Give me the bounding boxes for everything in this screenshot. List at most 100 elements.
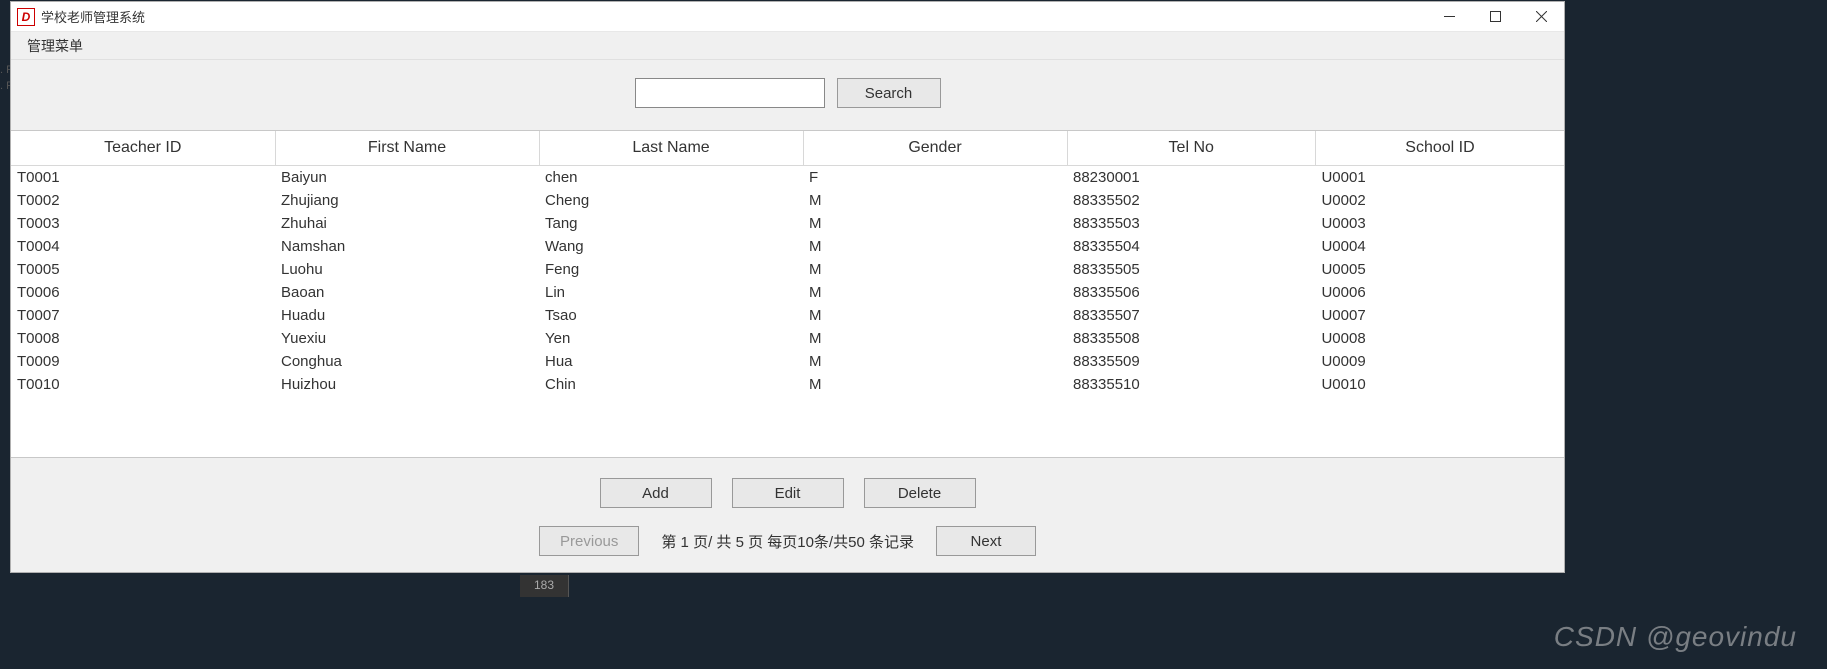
cell-tel-no: 88335503	[1067, 212, 1315, 235]
table-row[interactable]: T0009ConghuaHuaM88335509U0009	[11, 350, 1564, 373]
table-row[interactable]: T0008YuexiuYenM88335508U0008	[11, 327, 1564, 350]
maximize-button[interactable]	[1472, 2, 1518, 31]
previous-button[interactable]: Previous	[539, 526, 639, 556]
add-button[interactable]: Add	[600, 478, 712, 508]
col-first-name[interactable]: First Name	[275, 131, 539, 166]
col-gender[interactable]: Gender	[803, 131, 1067, 166]
menu-item-manage[interactable]: 管理菜单	[19, 32, 91, 60]
cell-teacher-id: T0008	[11, 327, 275, 350]
cell-school-id: U0005	[1315, 258, 1564, 281]
cell-teacher-id: T0009	[11, 350, 275, 373]
cell-last-name: Feng	[539, 258, 803, 281]
cell-first-name: Zhuhai	[275, 212, 539, 235]
cell-last-name: Tang	[539, 212, 803, 235]
cell-tel-no: 88335507	[1067, 304, 1315, 327]
pagination: Previous 第 1 页/ 共 5 页 每页10条/共50 条记录 Next	[11, 526, 1564, 572]
titlebar: D 学校老师管理系统	[11, 2, 1564, 32]
cell-gender: M	[803, 350, 1067, 373]
cell-tel-no: 88230001	[1067, 166, 1315, 190]
cell-tel-no: 88335508	[1067, 327, 1315, 350]
cell-school-id: U0008	[1315, 327, 1564, 350]
cell-teacher-id: T0004	[11, 235, 275, 258]
minimize-button[interactable]	[1426, 2, 1472, 31]
cell-teacher-id: T0005	[11, 258, 275, 281]
app-icon: D	[17, 8, 35, 26]
cell-last-name: Chin	[539, 373, 803, 396]
cell-first-name: Yuexiu	[275, 327, 539, 350]
cell-school-id: U0002	[1315, 189, 1564, 212]
cell-teacher-id: T0010	[11, 373, 275, 396]
table-header-row: Teacher ID First Name Last Name Gender T…	[11, 131, 1564, 166]
cell-last-name: Wang	[539, 235, 803, 258]
table-row[interactable]: T0003ZhuhaiTangM88335503U0003	[11, 212, 1564, 235]
col-tel-no[interactable]: Tel No	[1067, 131, 1315, 166]
delete-button[interactable]: Delete	[864, 478, 976, 508]
cell-school-id: U0006	[1315, 281, 1564, 304]
cell-last-name: Cheng	[539, 189, 803, 212]
cell-first-name: Huizhou	[275, 373, 539, 396]
cell-first-name: Baiyun	[275, 166, 539, 190]
cell-last-name: Lin	[539, 281, 803, 304]
cell-last-name: Yen	[539, 327, 803, 350]
edit-button[interactable]: Edit	[732, 478, 844, 508]
cell-first-name: Luohu	[275, 258, 539, 281]
maximize-icon	[1490, 11, 1501, 22]
cell-tel-no: 88335505	[1067, 258, 1315, 281]
close-button[interactable]	[1518, 2, 1564, 31]
cell-first-name: Zhujiang	[275, 189, 539, 212]
main-window: D 学校老师管理系统 管理菜单 Search	[10, 1, 1565, 573]
cell-gender: M	[803, 373, 1067, 396]
col-school-id[interactable]: School ID	[1315, 131, 1564, 166]
cell-teacher-id: T0003	[11, 212, 275, 235]
cell-teacher-id: T0001	[11, 166, 275, 190]
table-row[interactable]: T0007HuaduTsaoM88335507U0007	[11, 304, 1564, 327]
minimize-icon	[1444, 11, 1455, 22]
cell-tel-no: 88335509	[1067, 350, 1315, 373]
cell-last-name: Tsao	[539, 304, 803, 327]
search-input[interactable]	[635, 78, 825, 108]
cell-gender: M	[803, 304, 1067, 327]
cell-gender: M	[803, 189, 1067, 212]
ide-chip: 183	[520, 575, 569, 597]
table-row[interactable]: T0005LuohuFengM88335505U0005	[11, 258, 1564, 281]
table-row[interactable]: T0002ZhujiangChengM88335502U0002	[11, 189, 1564, 212]
cell-tel-no: 88335506	[1067, 281, 1315, 304]
cell-teacher-id: T0007	[11, 304, 275, 327]
table-row[interactable]: T0001BaiyunchenF88230001U0001	[11, 166, 1564, 190]
content-area: Search Teacher ID First Name Last Name G…	[11, 60, 1564, 572]
close-icon	[1536, 11, 1547, 22]
cell-gender: M	[803, 235, 1067, 258]
footer-actions: Add Edit Delete	[11, 458, 1564, 526]
cell-gender: F	[803, 166, 1067, 190]
cell-gender: M	[803, 258, 1067, 281]
cell-tel-no: 88335504	[1067, 235, 1315, 258]
cell-tel-no: 88335510	[1067, 373, 1315, 396]
teacher-table: Teacher ID First Name Last Name Gender T…	[11, 131, 1564, 396]
ide-bottom-strip: 183	[520, 575, 569, 597]
cell-school-id: U0007	[1315, 304, 1564, 327]
cell-school-id: U0003	[1315, 212, 1564, 235]
cell-first-name: Baoan	[275, 281, 539, 304]
cell-school-id: U0004	[1315, 235, 1564, 258]
data-table-wrap: Teacher ID First Name Last Name Gender T…	[11, 130, 1564, 458]
table-row[interactable]: T0010HuizhouChinM88335510U0010	[11, 373, 1564, 396]
next-button[interactable]: Next	[936, 526, 1036, 556]
window-title: 学校老师管理系统	[41, 7, 1426, 26]
table-row[interactable]: T0004NamshanWangM88335504U0004	[11, 235, 1564, 258]
cell-first-name: Conghua	[275, 350, 539, 373]
cell-gender: M	[803, 212, 1067, 235]
cell-first-name: Huadu	[275, 304, 539, 327]
cell-last-name: chen	[539, 166, 803, 190]
titlebar-controls	[1426, 2, 1564, 31]
col-teacher-id[interactable]: Teacher ID	[11, 131, 275, 166]
menubar: 管理菜单	[11, 32, 1564, 60]
cell-gender: M	[803, 327, 1067, 350]
page-info: 第 1 页/ 共 5 页 每页10条/共50 条记录	[661, 531, 914, 552]
col-last-name[interactable]: Last Name	[539, 131, 803, 166]
cell-school-id: U0001	[1315, 166, 1564, 190]
table-row[interactable]: T0006BaoanLinM88335506U0006	[11, 281, 1564, 304]
cell-school-id: U0010	[1315, 373, 1564, 396]
cell-teacher-id: T0006	[11, 281, 275, 304]
cell-gender: M	[803, 281, 1067, 304]
search-button[interactable]: Search	[837, 78, 941, 108]
